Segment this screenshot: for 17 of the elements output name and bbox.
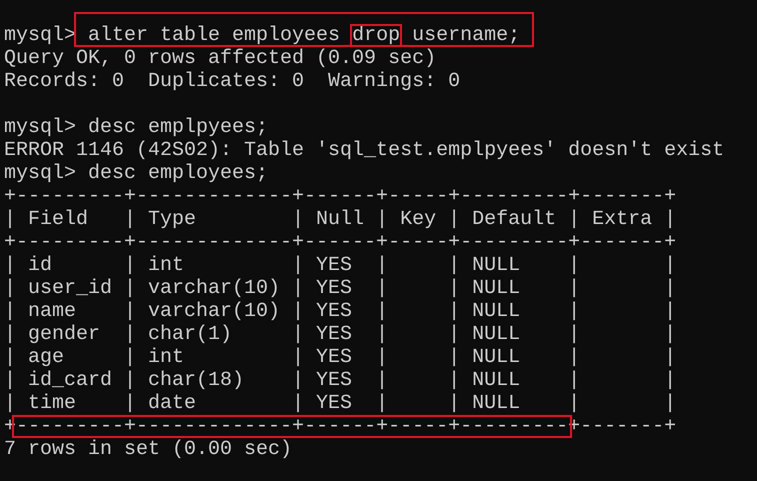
terminal-line: +---------+-------------+------+-----+---------+-------+ — [4, 231, 676, 254]
terminal-line: | id_card | char(18) | YES | | NULL | | — [4, 369, 676, 392]
terminal-line: mysql> desc emplpyees; — [4, 116, 268, 139]
terminal-line: mysql> desc employees; — [4, 162, 268, 185]
terminal-line: | name | varchar(10) | YES | | NULL | | — [4, 300, 676, 323]
terminal-line: | time | date | YES | | NULL | | — [4, 392, 676, 415]
terminal-line: mysql> alter table employees drop username; — [4, 24, 520, 47]
terminal-line: | gender | char(1) | YES | | NULL | | — [4, 323, 676, 346]
terminal-line: | Field | Type | Null | Key | Default | Extra | — [4, 208, 676, 231]
terminal-line: 7 rows in set (0.00 sec) — [4, 438, 292, 461]
terminal-line: | id | int | YES | | NULL | | — [4, 254, 676, 277]
terminal-line: Query OK, 0 rows affected (0.09 sec) — [4, 47, 436, 70]
terminal-line: +---------+-------------+------+-----+---------+-------+ — [4, 185, 676, 208]
terminal-line: ERROR 1146 (42S02): Table 'sql_test.emplpyees' doesn't exist — [4, 139, 724, 162]
terminal-line: Records: 0 Duplicates: 0 Warnings: 0 — [4, 70, 460, 93]
terminal-line: | user_id | varchar(10) | YES | | NULL | | — [4, 277, 676, 300]
terminal-line: | age | int | YES | | NULL | | — [4, 346, 676, 369]
